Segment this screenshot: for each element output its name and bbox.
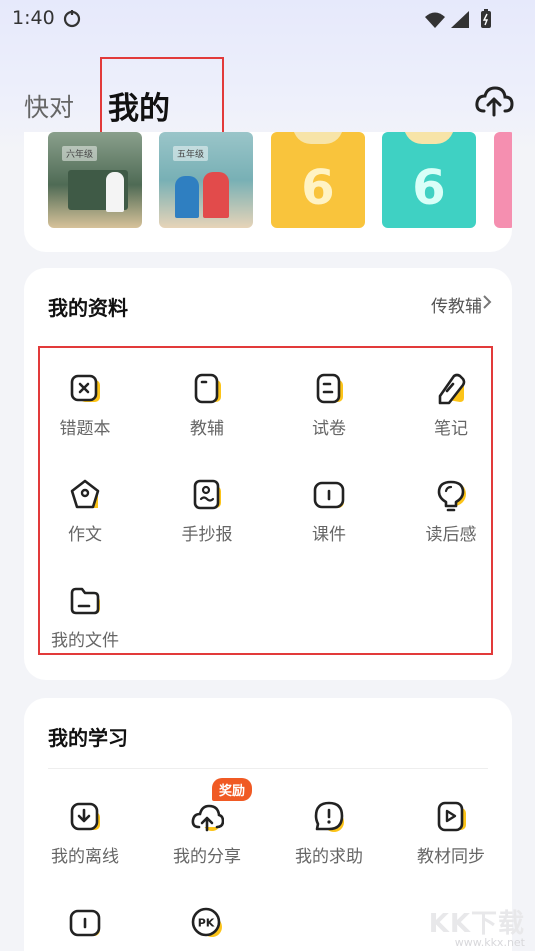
grid-item-textbook-sync[interactable]: 教材同步 [396,800,506,890]
help-icon [314,801,344,832]
book-cover-grade6[interactable]: 六年级 [48,132,142,228]
textbook-sync-icon [437,801,466,832]
grid-item-offline[interactable]: 我的离线 [30,800,140,890]
annotation-box-materials [38,346,493,655]
grid-item-study-6[interactable]: PK [152,906,262,951]
signal-battery-icon [425,9,491,28]
grid-item-label: 我的分享 [173,847,241,867]
status-bar: 1:40 [0,0,535,36]
my-study-title: 我的学习 [48,726,128,750]
watermark: KK下载 www.kkx.net [411,903,531,949]
book-cover-decoration [404,132,454,144]
book-cover-pink[interactable] [494,132,512,228]
grid-item-label: 教材同步 [417,847,485,867]
tab-kuaidui[interactable]: 快对 [24,88,74,124]
grid-item-study-5[interactable] [30,906,140,951]
grid-item-share[interactable]: 我的分享 [152,800,262,890]
watermark-logo: KK下载 [428,909,525,939]
my-materials-title: 我的资料 [48,296,128,320]
pk-icon: PK [191,907,222,937]
watermark-url: www.kkx.net [454,936,525,949]
courseware-icon [69,909,101,937]
upload-tutorial-link[interactable]: 传教辅 [431,292,482,317]
offline-download-icon [70,802,100,831]
app-notification-icon [63,10,81,28]
cloud-upload-icon[interactable] [474,84,514,118]
chevron-right-icon [483,295,492,309]
divider [48,768,488,769]
grid-item-label: 我的离线 [51,847,119,867]
svg-text:PK: PK [198,917,215,930]
book-illustration-figure [175,176,199,218]
book-cover-yellow[interactable]: 6 [271,132,365,228]
reward-badge: 奖励 [212,778,253,801]
book-cover-teal[interactable]: 6 [382,132,476,228]
book-list: 六年级 五年级 6 6 [48,132,512,228]
book-cover-decoration [293,132,343,144]
book-illustration-figure [203,172,229,218]
grid-item-help[interactable]: 我的求助 [274,800,384,890]
grid-item-label: 我的求助 [295,847,363,867]
share-upload-icon [191,804,224,832]
book-cover-title: 六年级 [62,146,98,161]
book-cover-title: 五年级 [173,146,209,161]
book-cover-grade5[interactable]: 五年级 [159,132,253,228]
status-time: 1:40 [12,7,55,29]
recent-books-card: 六年级 五年级 6 6 [24,132,512,252]
book-cover-number: 6 [412,160,446,216]
book-illustration-figure [106,172,124,212]
book-cover-number: 6 [301,160,335,216]
